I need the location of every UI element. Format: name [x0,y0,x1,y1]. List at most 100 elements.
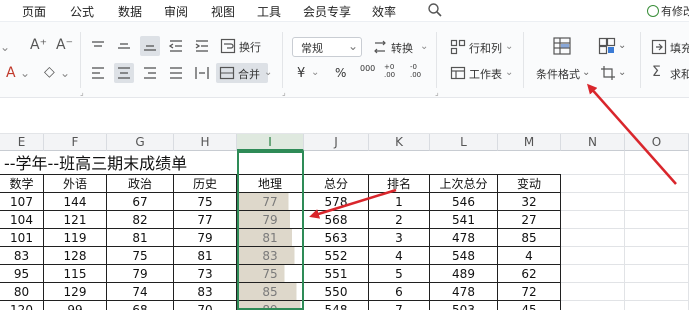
menu-member[interactable]: 会员专享 [303,3,351,20]
eraser-icon[interactable]: ◇ [44,65,55,79]
menu-data[interactable]: 数据 [118,3,142,20]
table-cell[interactable]: 552 [304,247,369,265]
geography-cell[interactable]: 75 [237,265,304,283]
rows-cols-label[interactable]: 行和列 [469,40,502,56]
table-cell[interactable]: 107 [0,193,44,211]
conditional-format-dropdown-icon[interactable]: ⌄ [582,66,590,80]
column-header-m[interactable]: M [498,134,561,151]
table-cell[interactable]: 548 [430,247,498,265]
table-cell[interactable]: 120 [0,301,44,310]
column-header-f[interactable]: F [44,134,107,151]
menu-tools[interactable]: 工具 [257,3,281,20]
menu-formula[interactable]: 公式 [70,3,94,20]
table-cell[interactable]: 85 [498,229,561,247]
decrease-font-icon[interactable]: A⁻ [56,38,73,52]
spreadsheet-grid[interactable]: EFGHIJKLMNO --学年--班高三期末成绩单 数学 外语 政治 历史 地理 总分排… [0,134,689,310]
align-bottom-icon[interactable] [142,39,158,53]
table-cell[interactable]: 4 [498,247,561,265]
table-cell[interactable]: 489 [430,265,498,283]
table-cell[interactable]: 5 [369,265,430,283]
increase-font-icon[interactable]: A⁺ [30,38,47,52]
crop-dropdown-icon[interactable]: ⌄ [618,66,626,80]
table-cell[interactable]: 99 [44,301,107,310]
table-cell[interactable]: 578 [304,193,369,211]
empty-cell[interactable] [625,283,689,301]
align-left-icon[interactable] [90,66,106,80]
merge-cells-icon[interactable] [219,65,235,81]
header-cell[interactable]: 数学 [0,175,44,193]
sum-label[interactable]: 求和 [670,66,689,82]
table-cell[interactable]: 551 [304,265,369,283]
align-top-icon[interactable] [90,39,106,53]
convert-dropdown-icon[interactable]: ⌄ [420,40,428,54]
column-header-n[interactable]: N [561,134,625,151]
rows-cols-dropdown-icon[interactable]: ⌄ [505,40,513,54]
percent-button[interactable]: % [335,66,346,80]
modification-status[interactable]: 有修改 [647,3,689,19]
distributed-align-icon[interactable] [194,65,210,81]
rows-cols-icon[interactable] [450,39,466,55]
table-cell[interactable]: 503 [430,301,498,310]
column-header-l[interactable]: L [430,134,498,151]
menu-view[interactable]: 视图 [211,3,235,20]
table-cell[interactable]: 563 [304,229,369,247]
header-cell[interactable]: 外语 [44,175,107,193]
table-cell[interactable]: 73 [174,265,237,283]
table-cell[interactable]: 129 [44,283,107,301]
column-header-e[interactable]: E [0,134,44,151]
table-cell[interactable]: 79 [174,229,237,247]
empty-cell[interactable] [625,175,689,193]
worksheet-dropdown-icon[interactable]: ⌄ [505,66,513,80]
wrap-text-icon[interactable] [220,38,236,54]
fill-icon[interactable] [651,39,667,55]
table-cell[interactable]: 2 [369,211,430,229]
table-cell[interactable]: 82 [107,211,174,229]
table-cell[interactable]: 81 [174,247,237,265]
table-cell[interactable]: 478 [430,229,498,247]
table-cell[interactable]: 101 [0,229,44,247]
table-cell[interactable]: 83 [0,247,44,265]
currency-dropdown-icon[interactable]: ⌄ [311,66,319,80]
header-cell[interactable]: 历史 [174,175,237,193]
empty-cell[interactable] [561,301,625,310]
increase-decimal-button[interactable]: +0 .00 [384,63,402,79]
conditional-format-icon[interactable] [552,36,572,56]
table-cell[interactable]: 81 [107,229,174,247]
indent-decrease-icon[interactable] [168,39,184,53]
column-header-j[interactable]: J [304,134,369,151]
empty-cell[interactable] [625,229,689,247]
justify-icon[interactable] [168,66,184,80]
geography-cell[interactable]: 79 [237,211,304,229]
empty-cell[interactable] [625,211,689,229]
table-cell[interactable]: 7 [369,301,430,310]
table-cell[interactable]: 546 [430,193,498,211]
worksheet-icon[interactable] [450,65,466,81]
table-cell[interactable]: 72 [498,283,561,301]
cell-style-icon[interactable] [598,37,616,55]
table-cell[interactable]: 568 [304,211,369,229]
header-cell[interactable]: 上次总分 [430,175,498,193]
table-cell[interactable]: 75 [107,247,174,265]
menu-page[interactable]: 页面 [22,3,46,20]
header-cell[interactable]: 排名 [369,175,430,193]
sheet-title[interactable]: --学年--班高三期末成绩单 [0,152,187,175]
empty-cell[interactable] [625,193,689,211]
merge-dropdown-icon[interactable]: ⌄ [264,66,272,80]
empty-cell[interactable] [625,265,689,283]
font-color-dropdown-icon[interactable]: ⌄ [20,66,30,80]
wrap-text-label[interactable]: 换行 [239,39,261,55]
empty-cell[interactable] [561,265,625,283]
empty-cell[interactable] [625,151,689,175]
table-cell[interactable]: 128 [44,247,107,265]
search-icon[interactable] [427,2,443,18]
table-cell[interactable]: 541 [430,211,498,229]
header-cell[interactable]: 总分 [304,175,369,193]
geography-cell[interactable]: 83 [237,247,304,265]
table-cell[interactable]: 119 [44,229,107,247]
table-cell[interactable]: 74 [107,283,174,301]
table-cell[interactable]: 79 [107,265,174,283]
align-middle-icon[interactable] [116,39,132,53]
empty-cell[interactable] [561,175,625,193]
column-header-g[interactable]: G [107,134,174,151]
table-cell[interactable]: 104 [0,211,44,229]
